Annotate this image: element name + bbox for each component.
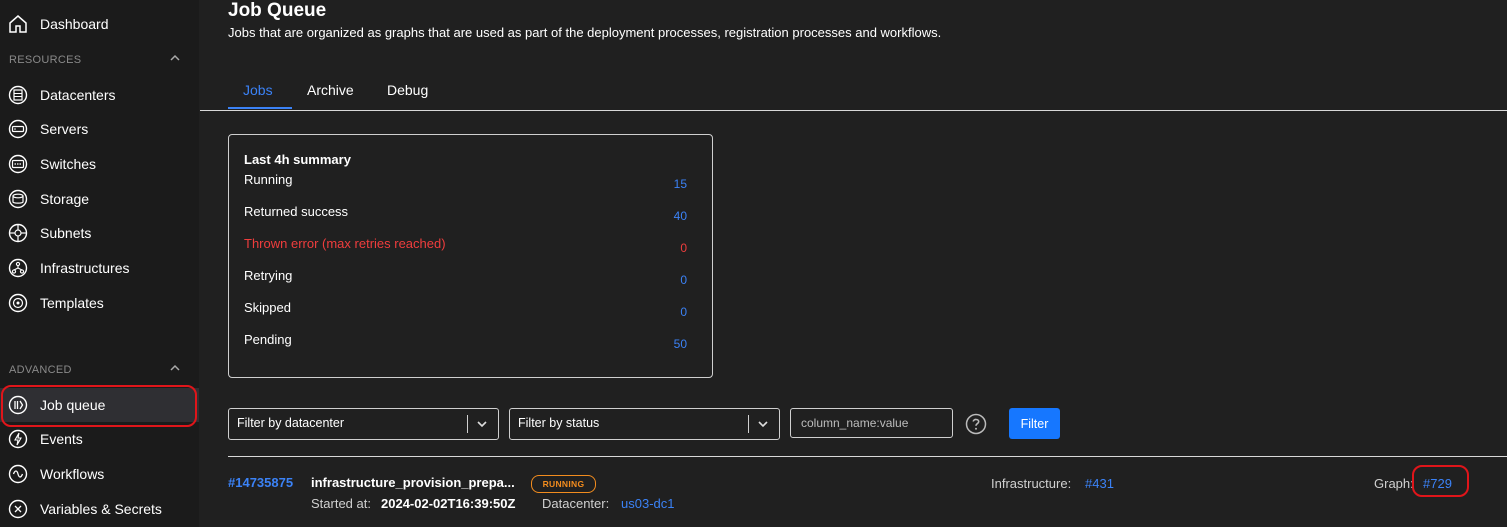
home-icon (8, 14, 28, 34)
main-content: Job Queue Jobs that are organized as gra… (200, 0, 1507, 527)
summary-value[interactable]: 0 (680, 241, 687, 255)
events-icon (8, 429, 28, 449)
section-label: ADVANCED (9, 364, 72, 376)
filter-button[interactable]: Filter (1009, 408, 1060, 439)
sidebar-item-dashboard[interactable]: Dashboard (0, 7, 199, 41)
summary-value[interactable]: 50 (674, 337, 687, 351)
section-header-advanced[interactable]: ADVANCED (9, 361, 189, 379)
sidebar-item-job-queue[interactable]: Job queue (0, 388, 199, 422)
infrastructure-label: Infrastructure: (991, 476, 1072, 491)
sidebar-item-label: Templates (40, 295, 104, 311)
sidebar-item-workflows[interactable]: Workflows (0, 457, 199, 491)
infrastructure-icon (8, 258, 28, 278)
summary-row-error: Thrown error (max retries reached) 0 (244, 236, 699, 256)
section-label: RESOURCES (9, 54, 82, 66)
datacenter-filter-select[interactable]: Filter by datacenter (228, 408, 499, 440)
summary-label: Returned success (244, 204, 349, 219)
sidebar-item-label: Switches (40, 156, 97, 172)
summary-row-skipped: Skipped 0 (244, 300, 699, 320)
summary-label: Thrown error (max retries reached) (244, 236, 446, 251)
sidebar-item-storage[interactable]: Storage (0, 182, 199, 216)
summary-row-retrying: Retrying 0 (244, 268, 699, 288)
variables-icon (8, 499, 28, 519)
tab-jobs[interactable]: Jobs (243, 82, 273, 98)
sidebar-item-events[interactable]: Events (0, 422, 199, 456)
graph-link[interactable]: #729 (1423, 476, 1452, 491)
storage-icon (8, 189, 28, 209)
sidebar-item-switches[interactable]: Switches (0, 147, 199, 181)
summary-row-success: Returned success 40 (244, 204, 699, 224)
divider (228, 456, 1507, 457)
sidebar-item-label: Servers (40, 121, 89, 137)
summary-row-running: Running 15 (244, 172, 699, 192)
status-badge: RUNNING (531, 475, 596, 493)
summary-label: Running (244, 172, 293, 187)
active-tab-indicator (228, 107, 292, 109)
sidebar-item-label: Storage (40, 191, 90, 207)
select-placeholder: Filter by datacenter (237, 416, 344, 430)
sidebar-item-infrastructures[interactable]: Infrastructures (0, 251, 199, 285)
summary-label: Retrying (244, 268, 293, 283)
chevron-down-icon (475, 417, 489, 436)
sidebar-item-label: Datacenters (40, 87, 116, 103)
workflow-icon (8, 464, 28, 484)
sidebar-item-label: Events (40, 431, 83, 447)
summary-card: Last 4h summary Running 15 Returned succ… (228, 134, 713, 378)
summary-value[interactable]: 0 (680, 305, 687, 319)
started-at-value: 2024-02-02T16:39:50Z (381, 496, 516, 511)
summary-label: Skipped (244, 300, 291, 315)
chevron-up-icon (169, 362, 181, 377)
subnet-icon (8, 223, 28, 243)
sidebar-item-templates[interactable]: Templates (0, 286, 199, 320)
datacenter-icon (8, 85, 28, 105)
summary-value[interactable]: 15 (674, 177, 687, 191)
sidebar-item-variables-secrets[interactable]: Variables & Secrets (0, 492, 199, 526)
query-filter-input[interactable] (790, 408, 953, 438)
sidebar-item-label: Subnets (40, 225, 92, 241)
datacenter-link[interactable]: us03-dc1 (621, 496, 674, 511)
sidebar-item-datacenters[interactable]: Datacenters (0, 78, 199, 112)
select-placeholder: Filter by status (518, 416, 600, 430)
sidebar: Dashboard RESOURCES Datacenters Servers … (0, 0, 199, 527)
chevron-down-icon (756, 417, 770, 436)
summary-label: Pending (244, 332, 292, 347)
job-name: infrastructure_provision_prepa... (311, 475, 515, 490)
job-id-link[interactable]: #14735875 (228, 475, 293, 490)
page-description: Jobs that are organized as graphs that a… (228, 25, 942, 40)
infrastructure-link[interactable]: #431 (1085, 476, 1114, 491)
sidebar-item-label: Job queue (40, 397, 106, 413)
status-filter-select[interactable]: Filter by status (509, 408, 780, 440)
section-header-resources[interactable]: RESOURCES (9, 51, 189, 69)
chevron-up-icon (169, 52, 181, 67)
switch-icon (8, 154, 28, 174)
page-title: Job Queue (228, 0, 327, 21)
template-icon (8, 293, 28, 313)
select-separator (467, 415, 468, 433)
summary-title: Last 4h summary (244, 152, 351, 167)
summary-row-pending: Pending 50 (244, 332, 699, 352)
graph-label: Graph: (1374, 476, 1414, 491)
tab-archive[interactable]: Archive (307, 82, 354, 98)
sidebar-item-label: Infrastructures (40, 260, 130, 276)
sidebar-item-label: Variables & Secrets (40, 501, 162, 517)
job-queue-icon (8, 395, 28, 415)
summary-value[interactable]: 0 (680, 273, 687, 287)
help-icon[interactable] (965, 413, 987, 435)
sidebar-item-label: Workflows (40, 466, 105, 482)
started-at-label: Started at: (311, 496, 371, 511)
select-separator (748, 415, 749, 433)
summary-value[interactable]: 40 (674, 209, 687, 223)
sidebar-item-label: Dashboard (40, 16, 109, 32)
sidebar-item-subnets[interactable]: Subnets (0, 216, 199, 250)
sidebar-item-servers[interactable]: Servers (0, 112, 199, 146)
tab-bar: Jobs Archive Debug (200, 73, 1507, 111)
tab-debug[interactable]: Debug (387, 82, 428, 98)
datacenter-label: Datacenter: (542, 496, 610, 511)
server-icon (8, 119, 28, 139)
